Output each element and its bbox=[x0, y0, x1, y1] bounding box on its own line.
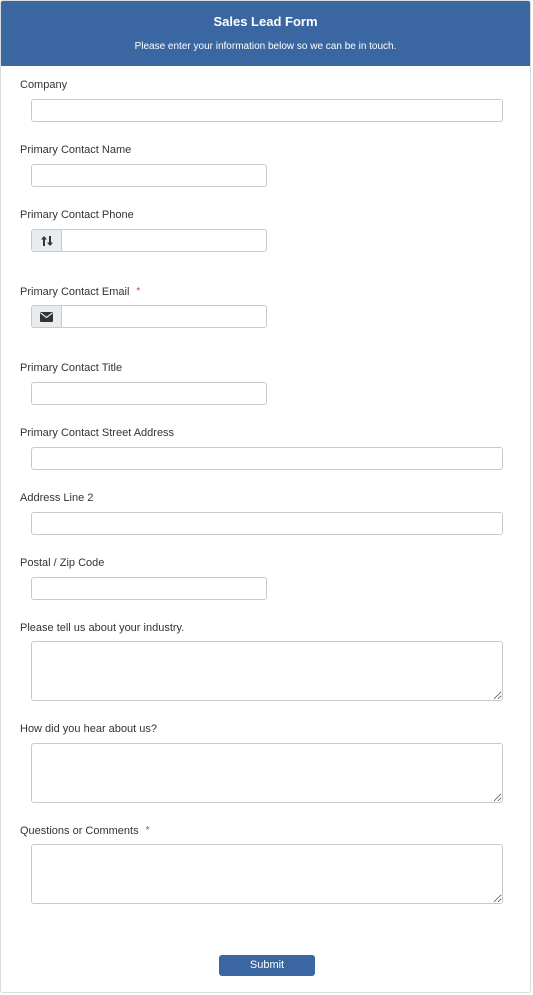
referral-label: How did you hear about us? bbox=[20, 722, 157, 736]
comments-label-text: Questions or Comments bbox=[20, 825, 139, 837]
contact-phone-label-text: Primary Contact Phone bbox=[20, 209, 134, 221]
contact-email-group bbox=[31, 305, 267, 328]
phone-sort-icon bbox=[32, 230, 62, 251]
company-label: Company bbox=[20, 78, 67, 92]
comments-textarea[interactable] bbox=[31, 844, 503, 904]
postal-code-input[interactable] bbox=[31, 577, 267, 600]
contact-title-label: Primary Contact Title bbox=[20, 361, 122, 375]
address-line2-label-text: Address Line 2 bbox=[20, 492, 94, 504]
contact-email-input[interactable] bbox=[63, 306, 266, 327]
contact-phone-label: Primary Contact Phone bbox=[20, 208, 134, 222]
industry-label-text: Please tell us about your industry. bbox=[20, 622, 185, 634]
company-input[interactable] bbox=[31, 99, 503, 122]
address-line2-label: Address Line 2 bbox=[20, 491, 93, 505]
contact-title-label-text: Primary Contact Title bbox=[20, 362, 123, 374]
form-subtitle: Please enter your information below so w… bbox=[134, 41, 397, 52]
contact-phone-group bbox=[31, 229, 267, 252]
referral-textarea[interactable] bbox=[31, 743, 503, 803]
comments-label: Questions or Comments * bbox=[20, 824, 150, 839]
sales-lead-form: Sales Lead Form Please enter your inform… bbox=[0, 0, 531, 993]
address-line2-input[interactable] bbox=[31, 512, 503, 535]
industry-textarea[interactable] bbox=[31, 641, 503, 701]
company-label-text: Company bbox=[20, 79, 68, 91]
postal-code-label-text: Postal / Zip Code bbox=[20, 557, 105, 569]
contact-title-input[interactable] bbox=[31, 382, 267, 405]
required-marker: * bbox=[145, 825, 150, 836]
postal-code-label: Postal / Zip Code bbox=[20, 556, 104, 570]
submit-button[interactable]: Submit bbox=[219, 955, 315, 976]
form-header: Sales Lead Form Please enter your inform… bbox=[1, 1, 530, 66]
contact-email-label-text: Primary Contact Email bbox=[20, 286, 130, 298]
street-address-input[interactable] bbox=[31, 447, 503, 470]
contact-name-label-text: Primary Contact Name bbox=[20, 144, 132, 156]
street-address-label-text: Primary Contact Street Address bbox=[20, 427, 175, 439]
contact-name-label: Primary Contact Name bbox=[20, 143, 131, 157]
contact-name-input[interactable] bbox=[31, 164, 267, 187]
street-address-label: Primary Contact Street Address bbox=[20, 426, 174, 440]
envelope-icon bbox=[32, 306, 62, 327]
required-marker: * bbox=[136, 286, 141, 297]
referral-label-text: How did you hear about us? bbox=[20, 723, 157, 735]
form-title: Sales Lead Form bbox=[213, 14, 318, 29]
contact-phone-input[interactable] bbox=[63, 230, 266, 251]
industry-label: Please tell us about your industry. bbox=[20, 621, 184, 635]
contact-email-label: Primary Contact Email * bbox=[20, 285, 140, 300]
